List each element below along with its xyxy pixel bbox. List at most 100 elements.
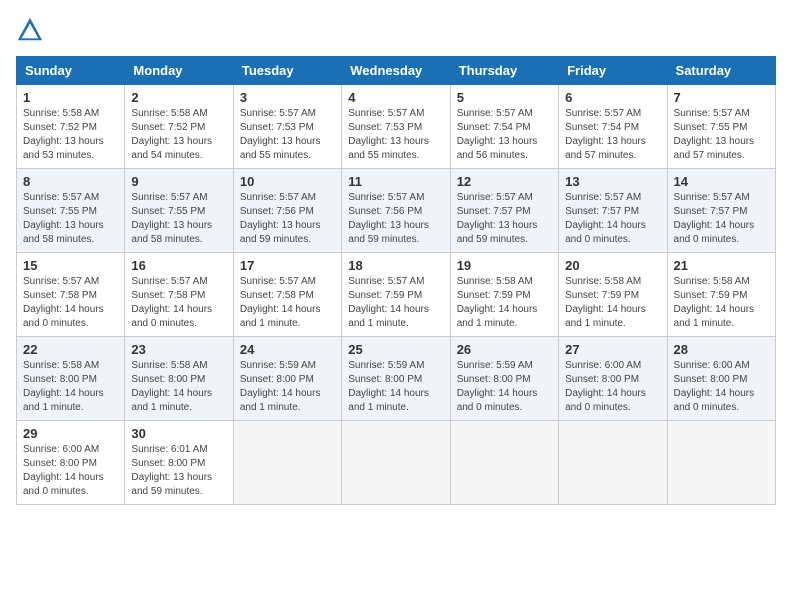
day-number: 27 bbox=[565, 342, 660, 357]
day-cell: 13 Sunrise: 5:57 AM Sunset: 7:57 PM Dayli… bbox=[559, 169, 667, 253]
day-cell: 11Sunrise: 5:57 AM Sunset: 7:56 PM Dayli… bbox=[342, 169, 450, 253]
col-header-saturday: Saturday bbox=[667, 57, 775, 85]
day-cell: 8 Sunrise: 5:57 AM Sunset: 7:55 PM Daylig… bbox=[17, 169, 125, 253]
day-info: Sunrise: 5:59 AM Sunset: 8:00 PM Dayligh… bbox=[348, 359, 443, 415]
day-info: Sunrise: 5:57 AM Sunset: 7:57 PM Dayligh… bbox=[674, 191, 769, 247]
header bbox=[16, 16, 776, 44]
day-cell: 3 Sunrise: 5:57 AM Sunset: 7:53 PM Daylig… bbox=[233, 85, 341, 169]
day-info: Sunrise: 5:58 AM Sunset: 8:00 PM Dayligh… bbox=[23, 359, 118, 415]
day-cell: 22 Sunrise: 5:58 AM Sunset: 8:00 PM Dayli… bbox=[17, 337, 125, 421]
logo bbox=[16, 16, 48, 44]
week-row-4: 22 Sunrise: 5:58 AM Sunset: 8:00 PM Dayli… bbox=[17, 337, 776, 421]
day-cell: 17 Sunrise: 5:57 AM Sunset: 7:58 PM Dayli… bbox=[233, 253, 341, 337]
day-cell bbox=[559, 421, 667, 505]
day-info: Sunrise: 5:57 AM Sunset: 7:58 PM Dayligh… bbox=[240, 275, 335, 331]
day-cell: 1 Sunrise: 5:58 AM Sunset: 7:52 PM Daylig… bbox=[17, 85, 125, 169]
day-info: Sunrise: 5:58 AM Sunset: 7:59 PM Dayligh… bbox=[565, 275, 660, 331]
day-cell: 2 Sunrise: 5:58 AM Sunset: 7:52 PM Daylig… bbox=[125, 85, 233, 169]
day-info: Sunrise: 5:57 AM Sunset: 7:57 PM Dayligh… bbox=[565, 191, 660, 247]
col-header-tuesday: Tuesday bbox=[233, 57, 341, 85]
day-info: Sunrise: 5:59 AM Sunset: 8:00 PM Dayligh… bbox=[240, 359, 335, 415]
day-cell: 24Sunrise: 5:59 AM Sunset: 8:00 PM Dayli… bbox=[233, 337, 341, 421]
week-row-1: 1 Sunrise: 5:58 AM Sunset: 7:52 PM Daylig… bbox=[17, 85, 776, 169]
day-info: Sunrise: 5:57 AM Sunset: 7:54 PM Dayligh… bbox=[457, 107, 552, 163]
col-header-thursday: Thursday bbox=[450, 57, 558, 85]
day-cell: 5 Sunrise: 5:57 AM Sunset: 7:54 PM Daylig… bbox=[450, 85, 558, 169]
day-info: Sunrise: 6:00 AM Sunset: 8:00 PM Dayligh… bbox=[23, 443, 118, 499]
day-info: Sunrise: 5:59 AM Sunset: 8:00 PM Dayligh… bbox=[457, 359, 552, 415]
day-number: 13 bbox=[565, 174, 660, 189]
day-number: 12 bbox=[457, 174, 552, 189]
day-number: 28 bbox=[674, 342, 769, 357]
day-cell: 18 Sunrise: 5:57 AM Sunset: 7:59 PM Dayli… bbox=[342, 253, 450, 337]
day-info: Sunrise: 5:57 AM Sunset: 7:58 PM Dayligh… bbox=[131, 275, 226, 331]
day-cell bbox=[450, 421, 558, 505]
day-info: Sunrise: 5:57 AM Sunset: 7:58 PM Dayligh… bbox=[23, 275, 118, 331]
day-cell: 23Sunrise: 5:58 AM Sunset: 8:00 PM Dayli… bbox=[125, 337, 233, 421]
day-cell: 4 Sunrise: 5:57 AM Sunset: 7:53 PM Daylig… bbox=[342, 85, 450, 169]
col-header-sunday: Sunday bbox=[17, 57, 125, 85]
day-info: Sunrise: 5:57 AM Sunset: 7:55 PM Dayligh… bbox=[131, 191, 226, 247]
week-row-2: 8 Sunrise: 5:57 AM Sunset: 7:55 PM Daylig… bbox=[17, 169, 776, 253]
day-info: Sunrise: 5:58 AM Sunset: 7:52 PM Dayligh… bbox=[131, 107, 226, 163]
day-cell: 15 Sunrise: 5:57 AM Sunset: 7:58 PM Dayli… bbox=[17, 253, 125, 337]
day-cell: 10Sunrise: 5:57 AM Sunset: 7:56 PM Dayli… bbox=[233, 169, 341, 253]
day-number: 7 bbox=[674, 90, 769, 105]
day-number: 1 bbox=[23, 90, 118, 105]
day-number: 21 bbox=[674, 258, 769, 273]
day-info: Sunrise: 5:57 AM Sunset: 7:54 PM Dayligh… bbox=[565, 107, 660, 163]
col-header-friday: Friday bbox=[559, 57, 667, 85]
day-number: 10 bbox=[240, 174, 335, 189]
day-number: 3 bbox=[240, 90, 335, 105]
day-info: Sunrise: 5:58 AM Sunset: 7:59 PM Dayligh… bbox=[457, 275, 552, 331]
day-cell: 7 Sunrise: 5:57 AM Sunset: 7:55 PM Daylig… bbox=[667, 85, 775, 169]
day-number: 26 bbox=[457, 342, 552, 357]
day-info: Sunrise: 5:57 AM Sunset: 7:53 PM Dayligh… bbox=[348, 107, 443, 163]
day-number: 18 bbox=[348, 258, 443, 273]
day-number: 20 bbox=[565, 258, 660, 273]
column-headers-row: SundayMondayTuesdayWednesdayThursdayFrid… bbox=[17, 57, 776, 85]
day-number: 6 bbox=[565, 90, 660, 105]
day-number: 19 bbox=[457, 258, 552, 273]
day-cell: 12 Sunrise: 5:57 AM Sunset: 7:57 PM Dayli… bbox=[450, 169, 558, 253]
calendar-body: 1 Sunrise: 5:58 AM Sunset: 7:52 PM Daylig… bbox=[17, 85, 776, 505]
week-row-5: 29 Sunrise: 6:00 AM Sunset: 8:00 PM Dayli… bbox=[17, 421, 776, 505]
day-info: Sunrise: 5:58 AM Sunset: 7:59 PM Dayligh… bbox=[674, 275, 769, 331]
day-cell bbox=[342, 421, 450, 505]
week-row-3: 15 Sunrise: 5:57 AM Sunset: 7:58 PM Dayli… bbox=[17, 253, 776, 337]
day-number: 30 bbox=[131, 426, 226, 441]
day-number: 22 bbox=[23, 342, 118, 357]
day-number: 17 bbox=[240, 258, 335, 273]
day-info: Sunrise: 5:57 AM Sunset: 7:57 PM Dayligh… bbox=[457, 191, 552, 247]
day-cell bbox=[233, 421, 341, 505]
day-info: Sunrise: 5:57 AM Sunset: 7:55 PM Dayligh… bbox=[674, 107, 769, 163]
col-header-wednesday: Wednesday bbox=[342, 57, 450, 85]
day-cell: 27 Sunrise: 6:00 AM Sunset: 8:00 PM Dayli… bbox=[559, 337, 667, 421]
day-info: Sunrise: 6:00 AM Sunset: 8:00 PM Dayligh… bbox=[565, 359, 660, 415]
col-header-monday: Monday bbox=[125, 57, 233, 85]
day-info: Sunrise: 5:57 AM Sunset: 7:53 PM Dayligh… bbox=[240, 107, 335, 163]
day-info: Sunrise: 5:57 AM Sunset: 7:55 PM Dayligh… bbox=[23, 191, 118, 247]
day-number: 5 bbox=[457, 90, 552, 105]
day-cell: 28 Sunrise: 6:00 AM Sunset: 8:00 PM Dayli… bbox=[667, 337, 775, 421]
day-info: Sunrise: 6:00 AM Sunset: 8:00 PM Dayligh… bbox=[674, 359, 769, 415]
day-info: Sunrise: 5:58 AM Sunset: 7:52 PM Dayligh… bbox=[23, 107, 118, 163]
day-cell: 30 Sunrise: 6:01 AM Sunset: 8:00 PM Dayli… bbox=[125, 421, 233, 505]
day-number: 14 bbox=[674, 174, 769, 189]
day-info: Sunrise: 5:57 AM Sunset: 7:59 PM Dayligh… bbox=[348, 275, 443, 331]
day-cell: 19 Sunrise: 5:58 AM Sunset: 7:59 PM Dayli… bbox=[450, 253, 558, 337]
day-cell: 21 Sunrise: 5:58 AM Sunset: 7:59 PM Dayli… bbox=[667, 253, 775, 337]
day-info: Sunrise: 6:01 AM Sunset: 8:00 PM Dayligh… bbox=[131, 443, 226, 499]
day-number: 15 bbox=[23, 258, 118, 273]
calendar-table: SundayMondayTuesdayWednesdayThursdayFrid… bbox=[16, 56, 776, 505]
day-info: Sunrise: 5:57 AM Sunset: 7:56 PM Dayligh… bbox=[348, 191, 443, 247]
day-number: 29 bbox=[23, 426, 118, 441]
day-number: 2 bbox=[131, 90, 226, 105]
day-number: 8 bbox=[23, 174, 118, 189]
day-cell: 14 Sunrise: 5:57 AM Sunset: 7:57 PM Dayli… bbox=[667, 169, 775, 253]
logo-icon bbox=[16, 16, 44, 44]
day-number: 4 bbox=[348, 90, 443, 105]
day-info: Sunrise: 5:58 AM Sunset: 8:00 PM Dayligh… bbox=[131, 359, 226, 415]
day-cell: 20 Sunrise: 5:58 AM Sunset: 7:59 PM Dayli… bbox=[559, 253, 667, 337]
day-cell: 29 Sunrise: 6:00 AM Sunset: 8:00 PM Dayli… bbox=[17, 421, 125, 505]
